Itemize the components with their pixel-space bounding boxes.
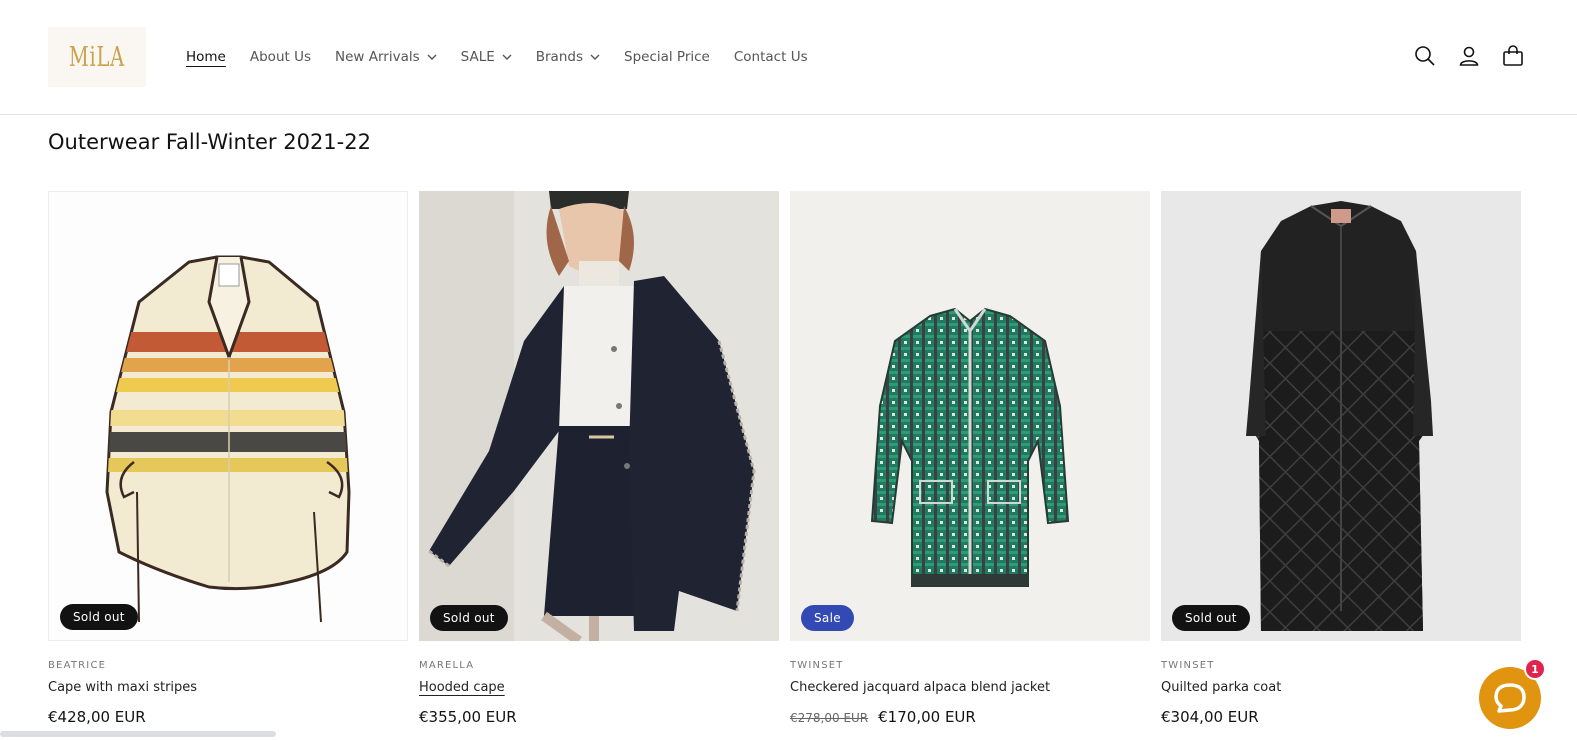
product-image[interactable]: Sold out: [419, 191, 779, 641]
status-badge: Sold out: [60, 604, 138, 630]
hooded-cape-photo: [419, 191, 779, 641]
product-price: €278,00 EUR €170,00 EUR: [790, 708, 1150, 726]
nav-contact-us[interactable]: Contact Us: [734, 49, 808, 65]
sale-badge: Sale: [801, 605, 854, 631]
status-badge: Sold out: [430, 605, 508, 631]
product-vendor: TWINSET: [790, 660, 844, 671]
product-name-link[interactable]: Cape with maxi stripes: [48, 680, 197, 695]
product-card[interactable]: Sold out MARELLA Hooded cape €355,00 EUR: [419, 191, 779, 726]
product-grid: Sold out BEATRICE Cape with maxi stripes…: [48, 191, 1522, 726]
horizontal-scrollbar[interactable]: [0, 731, 276, 737]
product-price: €304,00 EUR: [1161, 708, 1521, 726]
site-header: MiLA Home About Us New Arrivals SALE Bra…: [0, 0, 1577, 115]
product-card[interactable]: Sold out TWINSET Quilted parka coat €304…: [1161, 191, 1521, 726]
nav-home[interactable]: Home: [186, 49, 226, 65]
chevron-down-icon: [427, 54, 437, 60]
main-nav: Home About Us New Arrivals SALE Brands S…: [186, 46, 832, 68]
nav-about-us[interactable]: About Us: [250, 49, 311, 65]
price-value: €355,00 EUR: [419, 708, 517, 726]
product-name-link[interactable]: Quilted parka coat: [1161, 680, 1281, 695]
status-badge: Sold out: [1172, 605, 1250, 631]
header-icons: [1413, 44, 1525, 68]
product-name-link[interactable]: Hooded cape: [419, 680, 505, 695]
product-image[interactable]: Sold out: [48, 191, 408, 641]
chat-widget[interactable]: 1: [1479, 658, 1546, 729]
nav-special-price[interactable]: Special Price: [624, 49, 710, 65]
product-image[interactable]: Sold out: [1161, 191, 1521, 641]
chevron-down-icon: [590, 54, 600, 60]
product-vendor: TWINSET: [1161, 660, 1215, 671]
product-image[interactable]: Sale: [790, 191, 1150, 641]
store-logo[interactable]: MiLA: [48, 27, 146, 87]
logo-text: MiLA: [69, 41, 125, 73]
compare-price: €278,00 EUR: [790, 711, 869, 725]
page-title: Outerwear Fall-Winter 2021-22: [48, 130, 371, 154]
product-vendor: MARELLA: [419, 660, 475, 671]
nav-new-arrivals[interactable]: New Arrivals: [335, 49, 437, 65]
cart-icon[interactable]: [1501, 44, 1525, 68]
product-price: €355,00 EUR: [419, 708, 779, 726]
account-icon[interactable]: [1457, 44, 1481, 68]
chat-bubble-icon: [1494, 683, 1526, 713]
sale-price: €170,00 EUR: [878, 708, 976, 726]
price-value: €304,00 EUR: [1161, 708, 1259, 726]
product-name-link[interactable]: Checkered jacquard alpaca blend jacket: [790, 680, 1050, 695]
quilted-parka-photo: [1246, 201, 1433, 631]
product-vendor: BEATRICE: [48, 660, 107, 671]
jacquard-jacket-photo: [870, 307, 1070, 587]
product-card[interactable]: Sold out BEATRICE Cape with maxi stripes…: [48, 191, 408, 726]
search-icon[interactable]: [1413, 44, 1437, 68]
nav-sale[interactable]: SALE: [461, 49, 512, 65]
price-value: €428,00 EUR: [48, 708, 146, 726]
chevron-down-icon: [502, 54, 512, 60]
product-price: €428,00 EUR: [48, 708, 408, 726]
nav-brands[interactable]: Brands: [536, 49, 600, 65]
product-card[interactable]: Sale TWINSET Checkered jacquard alpaca b…: [790, 191, 1150, 726]
notification-badge: 1: [1524, 658, 1546, 680]
striped-cape-illustration: [105, 255, 351, 623]
